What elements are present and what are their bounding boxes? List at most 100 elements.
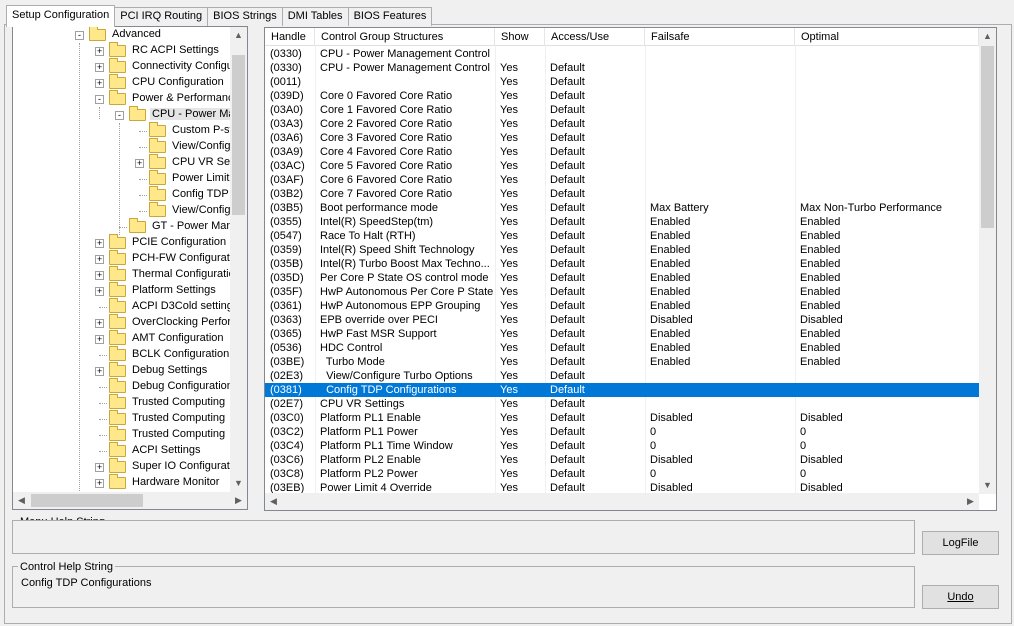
tree-item[interactable]: - Advanced (13, 27, 229, 43)
column-header[interactable]: Handle (265, 28, 315, 46)
table-row[interactable]: (0365) HwP Fast MSR Support Yes Default Enab… (265, 327, 979, 341)
setup-tree[interactable]: + Hardware Monitor + Super IO Configuration… (12, 26, 248, 510)
table-row[interactable]: (03B5) Boot performance mode Yes Default Max… (265, 201, 979, 215)
table-row[interactable]: (035B) Intel(R) Turbo Boost Max Techno...… (265, 257, 979, 271)
table-row[interactable]: (03C2) Platform PL1 Power Yes Default 0 0 (265, 425, 979, 439)
table-row[interactable]: (0381) Config TDP Configurations Yes Defau… (265, 383, 979, 397)
tab-setup-configuration[interactable]: Setup Configuration (6, 5, 116, 27)
tree-item[interactable]: + Platform Settings (13, 282, 229, 299)
table-row[interactable]: (02E3) View/Configure Turbo Options Yes De… (265, 369, 979, 383)
tree-item[interactable]: + Connectivity Configuration (13, 58, 247, 75)
tree-item[interactable]: + Hardware Monitor (13, 474, 229, 491)
scroll-right-icon[interactable]: ▶ (230, 492, 247, 509)
tab-dmi-tables[interactable]: DMI Tables (281, 7, 349, 26)
tree-item[interactable]: View/Configure (13, 138, 246, 155)
scroll-down-icon[interactable]: ▼ (230, 475, 247, 492)
column-header[interactable]: Control Group Structures (315, 28, 495, 46)
expand-icon[interactable]: + (95, 463, 104, 472)
tree-item[interactable]: Trusted Computing (13, 410, 229, 427)
collapse-icon[interactable]: - (115, 111, 124, 120)
expand-icon[interactable]: + (95, 367, 104, 376)
tree-vscroll-thumb[interactable] (232, 55, 245, 215)
tree-item[interactable]: -CPU - Power Management (13, 106, 247, 123)
scroll-down-icon[interactable]: ▼ (979, 477, 996, 494)
tree-item[interactable]: Trusted Computing (13, 394, 229, 411)
table-row[interactable]: (03A3) Core 2 Favored Core Ratio Yes Defaul… (265, 117, 979, 131)
tree-item[interactable]: Config TDP Configurations (13, 186, 247, 203)
table-row[interactable]: (0363) EPB override over PECI Yes Default Di… (265, 313, 979, 327)
expand-icon[interactable]: + (95, 239, 104, 248)
expand-icon[interactable]: + (135, 159, 144, 168)
undo-button[interactable]: Undo (922, 585, 999, 609)
tree-item[interactable]: Trusted Computing (13, 426, 229, 443)
table-row[interactable]: (039D) Core 0 Favored Core Ratio Yes Defaul… (265, 89, 979, 103)
tree-item[interactable]: - Power & Performance (13, 90, 240, 107)
tree-item[interactable]: ACPI D3Cold settings (13, 298, 238, 315)
table-row[interactable]: (03B2) Core 7 Favored Core Ratio Yes Defaul… (265, 187, 979, 201)
expand-icon[interactable]: + (95, 255, 104, 264)
expand-icon[interactable]: + (95, 335, 104, 344)
tree-item[interactable]: View/Configure (13, 202, 246, 219)
table-row[interactable]: (03C6) Platform PL2 Enable Yes Default Disab… (265, 453, 979, 467)
scroll-up-icon[interactable]: ▲ (230, 27, 247, 44)
tree-item[interactable]: Power Limit 3 Settings (13, 170, 247, 187)
column-header[interactable]: Optimal (795, 28, 979, 46)
expand-icon[interactable]: + (95, 479, 104, 488)
table-row[interactable]: (03A9) Core 4 Favored Core Ratio Yes Defaul… (265, 145, 979, 159)
tree-vertical-scrollbar[interactable]: ▲ ▼ (230, 27, 247, 492)
table-row[interactable]: (03BE) Turbo Mode Yes Default Enabled Enable… (265, 355, 979, 369)
column-header[interactable]: Failsafe (645, 28, 795, 46)
column-header[interactable]: Access/Use (545, 28, 645, 46)
table-row[interactable]: (0359) Intel(R) Speed Shift Technology Yes… (265, 243, 979, 257)
table-row[interactable]: (03A0) Core 1 Favored Core Ratio Yes Defaul… (265, 103, 979, 117)
tree-item[interactable]: GT - Power Management (13, 218, 247, 235)
scroll-left-icon[interactable]: ◀ (265, 493, 282, 510)
tree-item[interactable]: + Debug Settings (13, 362, 229, 379)
tree-item[interactable]: + CPU VR Settings (13, 154, 247, 171)
tree-item[interactable]: + PCH-FW Configuration (13, 250, 244, 267)
table-row[interactable]: (03C4) Platform PL1 Time Window Yes Default… (265, 439, 979, 453)
table-row[interactable]: (0547) Race To Halt (RTH) Yes Default Enable… (265, 229, 979, 243)
table-row[interactable]: (03AF) Core 6 Favored Core Ratio Yes Defaul… (265, 173, 979, 187)
expand-icon[interactable]: + (95, 47, 104, 56)
table-row[interactable]: (03A6) Core 3 Favored Core Ratio Yes Defaul… (265, 131, 979, 145)
table-row[interactable]: (035D) Per Core P State OS control mode Ye… (265, 271, 979, 285)
tree-item[interactable]: + PCIE Configuration (13, 234, 229, 251)
tree-item[interactable]: + AMT Configuration (13, 330, 229, 347)
tree-item[interactable]: Custom P-state Table (13, 122, 247, 139)
tab-pci-irq-routing[interactable]: PCI IRQ Routing (114, 7, 209, 26)
tree-item[interactable]: BCLK Configuration (13, 346, 229, 363)
table-row[interactable]: (0361) HwP Autonomous EPP Grouping Yes Defa… (265, 299, 979, 313)
column-header[interactable]: Show (495, 28, 545, 46)
table-row[interactable]: (0536) HDC Control Yes Default Enabled Enable… (265, 341, 979, 355)
collapse-icon[interactable]: - (75, 31, 84, 40)
tree-item[interactable]: Debug Configuration (13, 378, 233, 395)
table-row[interactable]: (0355) Intel(R) SpeedStep(tm) Yes Default En… (265, 215, 979, 229)
scroll-right-icon[interactable]: ▶ (962, 493, 979, 510)
table-row[interactable]: (0330) CPU - Power Management Control Yes D… (265, 61, 979, 75)
expand-icon[interactable]: + (95, 63, 104, 72)
table-row[interactable]: (03AC) Core 5 Favored Core Ratio Yes Defaul… (265, 159, 979, 173)
tree-item[interactable]: + Thermal Configuration (13, 266, 241, 283)
control-table[interactable]: (0330) CPU - Power Management Control (033… (264, 27, 997, 511)
tree-item[interactable]: +OverClocking Performance (13, 314, 247, 331)
table-row[interactable]: (02E7) CPU VR Settings Yes Default (265, 397, 979, 411)
table-row[interactable]: (035F) HwP Autonomous Per Core P State Yes… (265, 285, 979, 299)
collapse-icon[interactable]: - (95, 95, 104, 104)
scroll-left-icon[interactable]: ◀ (13, 492, 30, 509)
table-horizontal-scrollbar[interactable]: ◀ ▶ (265, 493, 979, 510)
tree-item[interactable]: + RC ACPI Settings (13, 42, 229, 59)
expand-icon[interactable]: + (95, 287, 104, 296)
table-row[interactable]: (03C8) Platform PL2 Power Yes Default 0 0 (265, 467, 979, 481)
logfile-button[interactable]: LogFile (922, 531, 999, 555)
tree-item[interactable]: ACPI Settings (13, 442, 229, 459)
tab-bios-strings[interactable]: BIOS Strings (207, 7, 283, 26)
scroll-up-icon[interactable]: ▲ (979, 28, 996, 45)
tab-bios-features[interactable]: BIOS Features (347, 7, 433, 26)
table-row[interactable]: (0011) Yes Default (265, 75, 979, 89)
expand-icon[interactable]: + (95, 319, 104, 328)
tree-hscroll-thumb[interactable] (31, 494, 143, 507)
tree-horizontal-scrollbar[interactable]: ◀ ▶ (13, 492, 247, 509)
expand-icon[interactable]: + (95, 79, 104, 88)
table-vscroll-thumb[interactable] (981, 46, 994, 228)
